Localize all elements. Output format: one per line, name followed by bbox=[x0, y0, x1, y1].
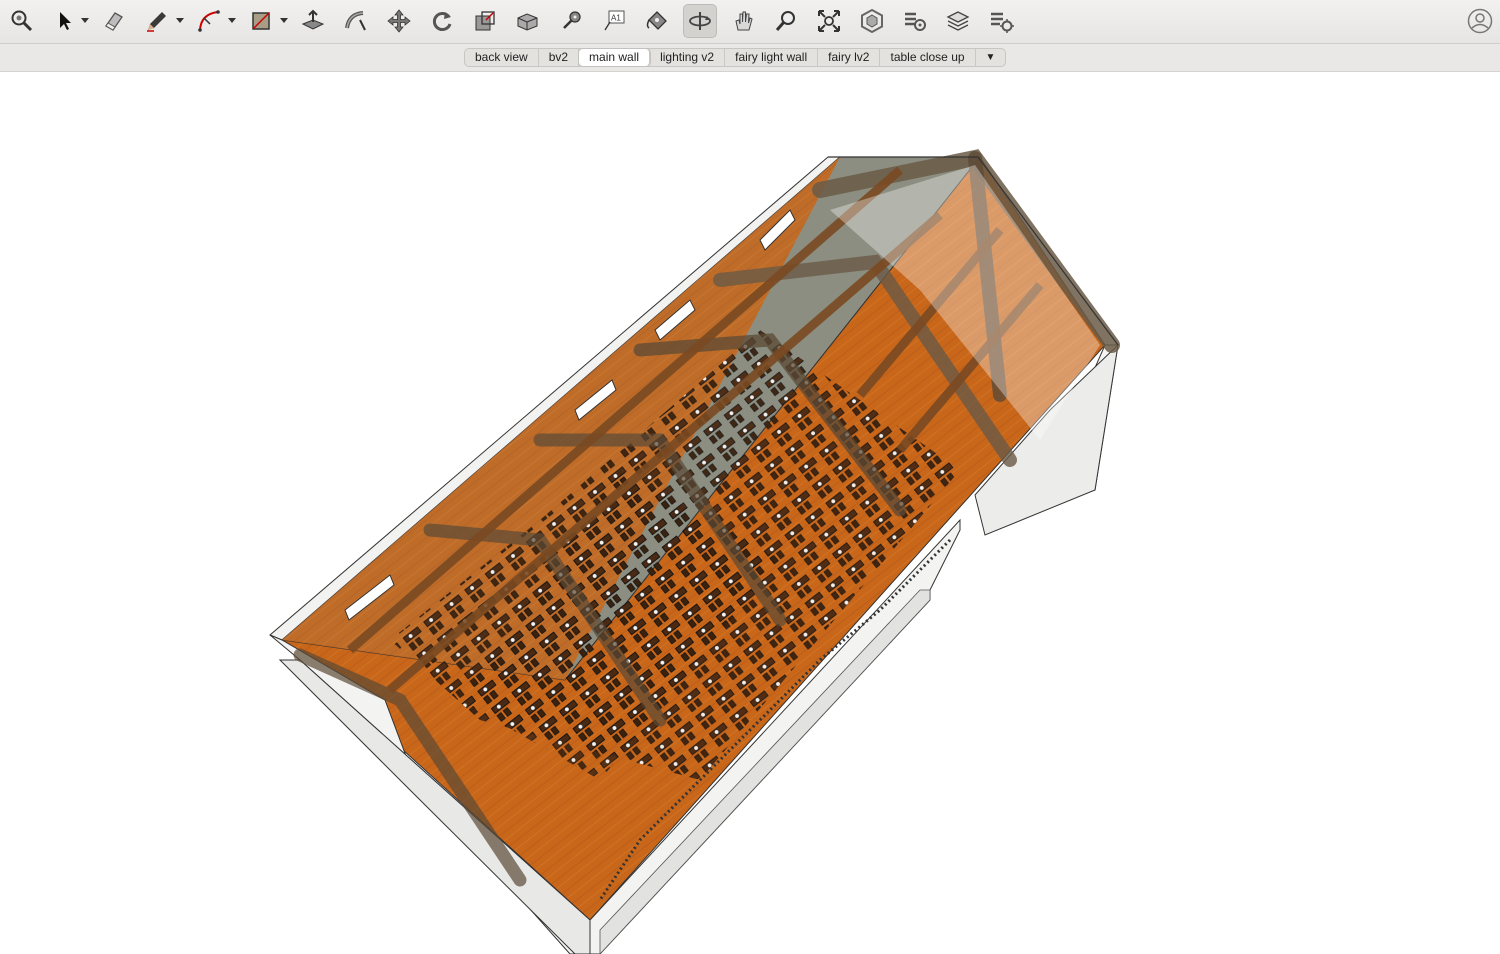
scene-tab-lighting-v2[interactable]: lighting v2 bbox=[650, 49, 726, 66]
zoom-window-button[interactable] bbox=[812, 4, 846, 38]
select-icon bbox=[60, 12, 71, 30]
pencil-icon bbox=[147, 12, 166, 32]
barn-model-render bbox=[269, 149, 1120, 954]
paint-bucket-icon bbox=[646, 11, 667, 30]
pan-icon bbox=[735, 11, 753, 31]
model-viewport[interactable] bbox=[0, 72, 1500, 954]
scene-tab-back-view[interactable]: back view bbox=[465, 49, 539, 66]
eraser-button[interactable] bbox=[97, 4, 131, 38]
push-pull-button[interactable] bbox=[296, 4, 330, 38]
scene-tab-bv2[interactable]: bv2 bbox=[539, 49, 580, 66]
eraser-icon bbox=[105, 12, 123, 31]
scene-tab-table-close-up[interactable]: table close up bbox=[880, 49, 976, 66]
scene-tab-fairy-light-wall[interactable]: fairy light wall bbox=[725, 49, 819, 66]
select-dropdown-caret[interactable] bbox=[81, 18, 89, 23]
move-button[interactable] bbox=[382, 4, 416, 38]
rotate-icon bbox=[432, 12, 452, 31]
arc-dropdown-caret[interactable] bbox=[228, 18, 236, 23]
layers-button[interactable] bbox=[941, 4, 975, 38]
zoom-window-icon bbox=[818, 10, 840, 32]
scale-button[interactable] bbox=[468, 4, 502, 38]
layer-manager-button[interactable] bbox=[984, 4, 1018, 38]
extension-warehouse-button[interactable] bbox=[898, 4, 932, 38]
scenes-bar: back view bv2 main wall lighting v2 fair… bbox=[0, 44, 1500, 72]
scale-icon bbox=[475, 11, 495, 31]
3d-warehouse-icon bbox=[861, 8, 883, 34]
scenes-more-dropdown[interactable]: ▼ bbox=[976, 49, 1006, 66]
orbit-icon bbox=[689, 12, 711, 30]
layers-icon bbox=[946, 11, 970, 31]
3d-warehouse-button[interactable] bbox=[855, 4, 889, 38]
select-button[interactable] bbox=[48, 4, 82, 38]
profile-button[interactable] bbox=[1466, 7, 1494, 35]
rectangle-icon bbox=[252, 12, 270, 30]
zoom-button[interactable] bbox=[769, 4, 803, 38]
zoom-extents-button[interactable] bbox=[5, 4, 39, 38]
pencil-dropdown-caret[interactable] bbox=[176, 18, 184, 23]
user-profile-icon bbox=[1467, 8, 1493, 34]
text-button[interactable]: A1 bbox=[597, 4, 631, 38]
paint-bucket-button[interactable] bbox=[640, 4, 674, 38]
push-pull-icon bbox=[301, 9, 325, 30]
orbit-button[interactable] bbox=[683, 4, 717, 38]
zoom-icon bbox=[775, 11, 795, 31]
move-icon bbox=[387, 9, 411, 33]
scene-tabs: back view bv2 main wall lighting v2 fair… bbox=[464, 48, 1007, 67]
scene-tab-main-wall[interactable]: main wall bbox=[579, 49, 651, 66]
rectangle-dropdown-caret[interactable] bbox=[280, 18, 288, 23]
arc-icon bbox=[198, 10, 220, 32]
tape-measure-button[interactable] bbox=[554, 4, 588, 38]
offset-button[interactable] bbox=[511, 4, 545, 38]
extension-warehouse-icon bbox=[905, 12, 926, 31]
pan-button[interactable] bbox=[726, 4, 760, 38]
rectangle-button[interactable] bbox=[244, 4, 278, 38]
text-icon: A1 bbox=[604, 10, 625, 31]
arc-button[interactable] bbox=[192, 4, 226, 38]
zoom-extents-icon bbox=[11, 10, 33, 32]
layer-manager-icon bbox=[991, 12, 1014, 33]
offset-icon bbox=[517, 13, 538, 31]
svg-text:A1: A1 bbox=[611, 14, 621, 23]
rotate-button[interactable] bbox=[425, 4, 459, 38]
main-toolbar: A1 bbox=[0, 0, 1500, 44]
follow-me-icon bbox=[345, 11, 366, 31]
follow-me-button[interactable] bbox=[339, 4, 373, 38]
tape-measure-icon bbox=[563, 11, 581, 29]
pencil-button[interactable] bbox=[140, 4, 174, 38]
scene-tab-fairy-lv2[interactable]: fairy lv2 bbox=[818, 49, 881, 66]
